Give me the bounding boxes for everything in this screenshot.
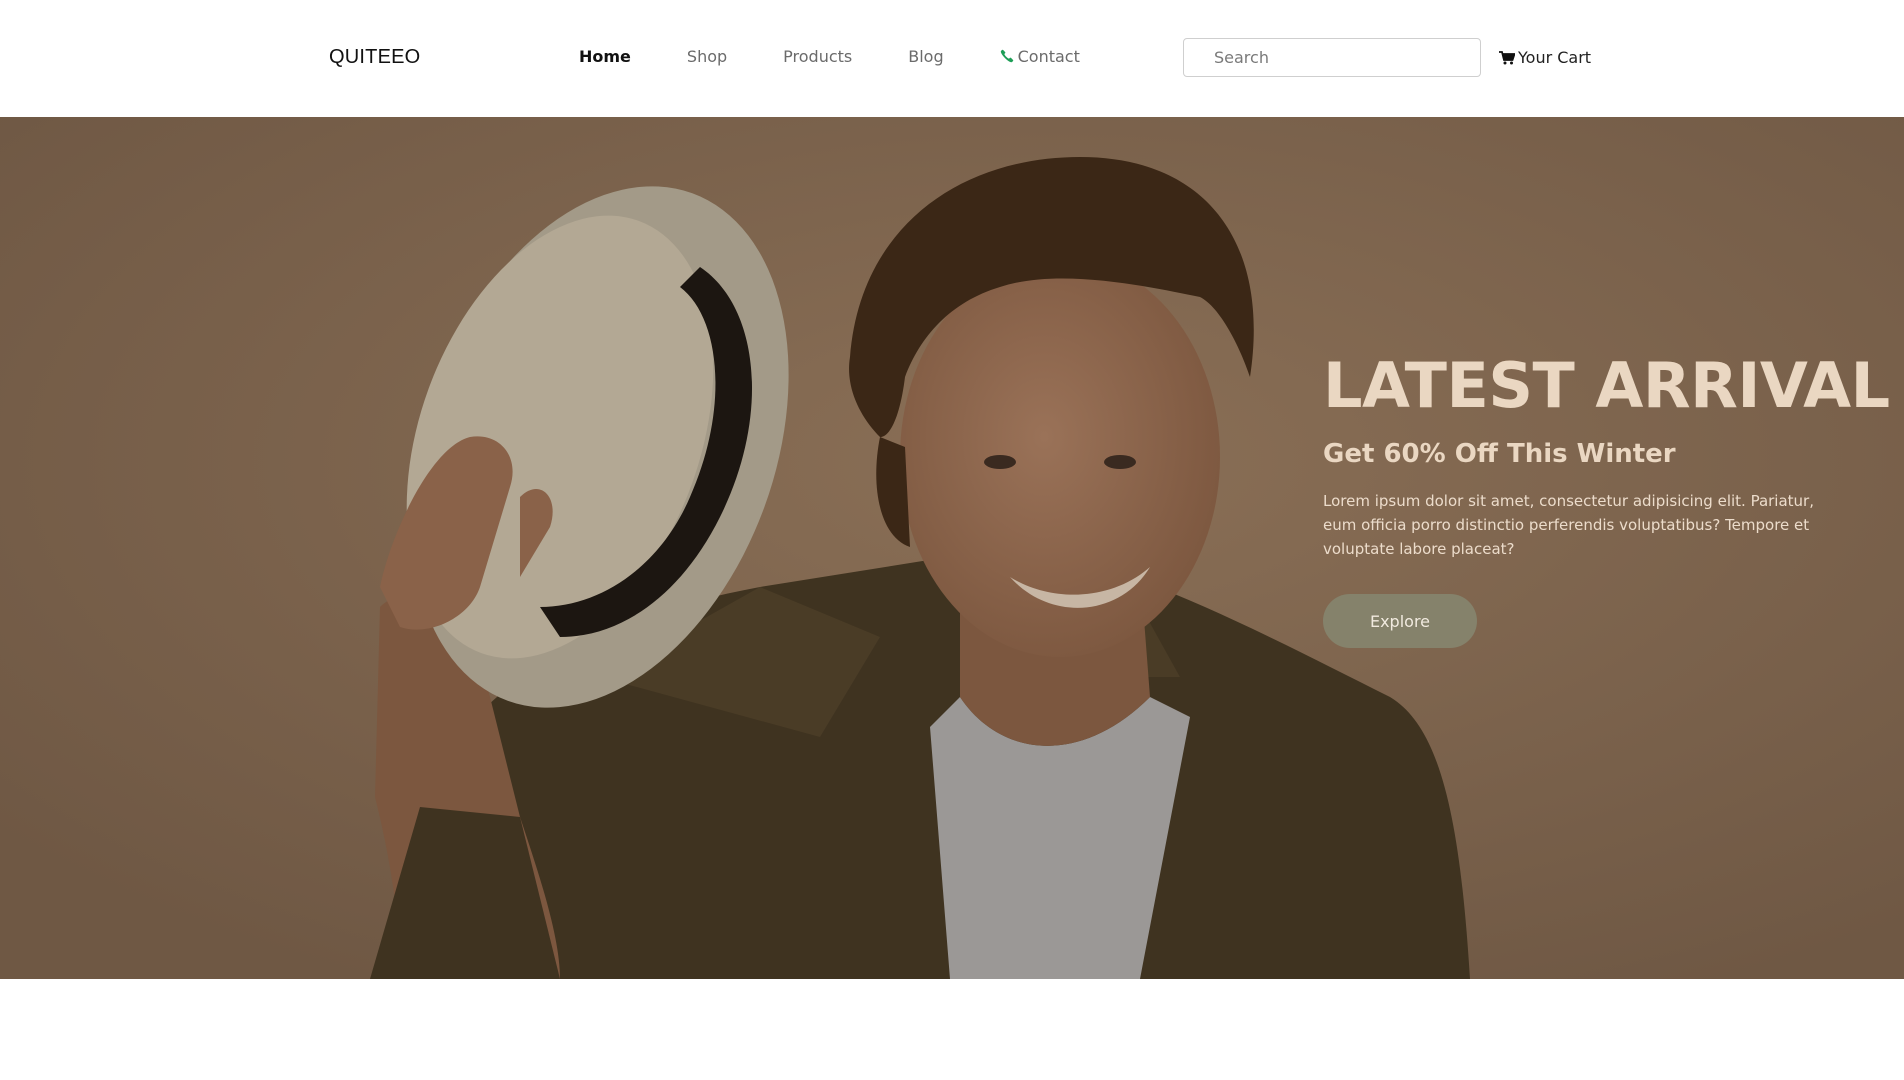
brand-logo[interactable]: QUITEEO [329, 46, 420, 69]
nav-link-home[interactable]: Home [579, 47, 631, 66]
cart-icon [1499, 50, 1515, 64]
hero-banner: LATEST ARRIVAL Get 60% Off This Winter L… [0, 117, 1904, 979]
search-input[interactable] [1183, 38, 1481, 77]
nav-link-shop[interactable]: Shop [687, 47, 727, 66]
navbar: QUITEEO Home Shop Products Blog Contact … [0, 0, 1904, 117]
nav-link-blog[interactable]: Blog [908, 47, 943, 66]
nav-link-contact-label: Contact [1017, 47, 1080, 66]
hero-title: LATEST ARRIVAL [1323, 349, 1890, 422]
hero-description: Lorem ipsum dolor sit amet, consectetur … [1323, 492, 1814, 558]
cart-link[interactable]: Your Cart [1499, 48, 1591, 67]
hero-subtitle: Get 60% Off This Winter [1323, 439, 1676, 469]
nav-link-contact[interactable]: Contact [1000, 47, 1080, 66]
explore-button[interactable]: Explore [1323, 594, 1477, 648]
phone-icon [1000, 49, 1013, 63]
nav-links: Home Shop Products Blog Contact [579, 47, 1136, 66]
nav-link-products[interactable]: Products [783, 47, 852, 66]
cart-label: Your Cart [1518, 48, 1592, 67]
